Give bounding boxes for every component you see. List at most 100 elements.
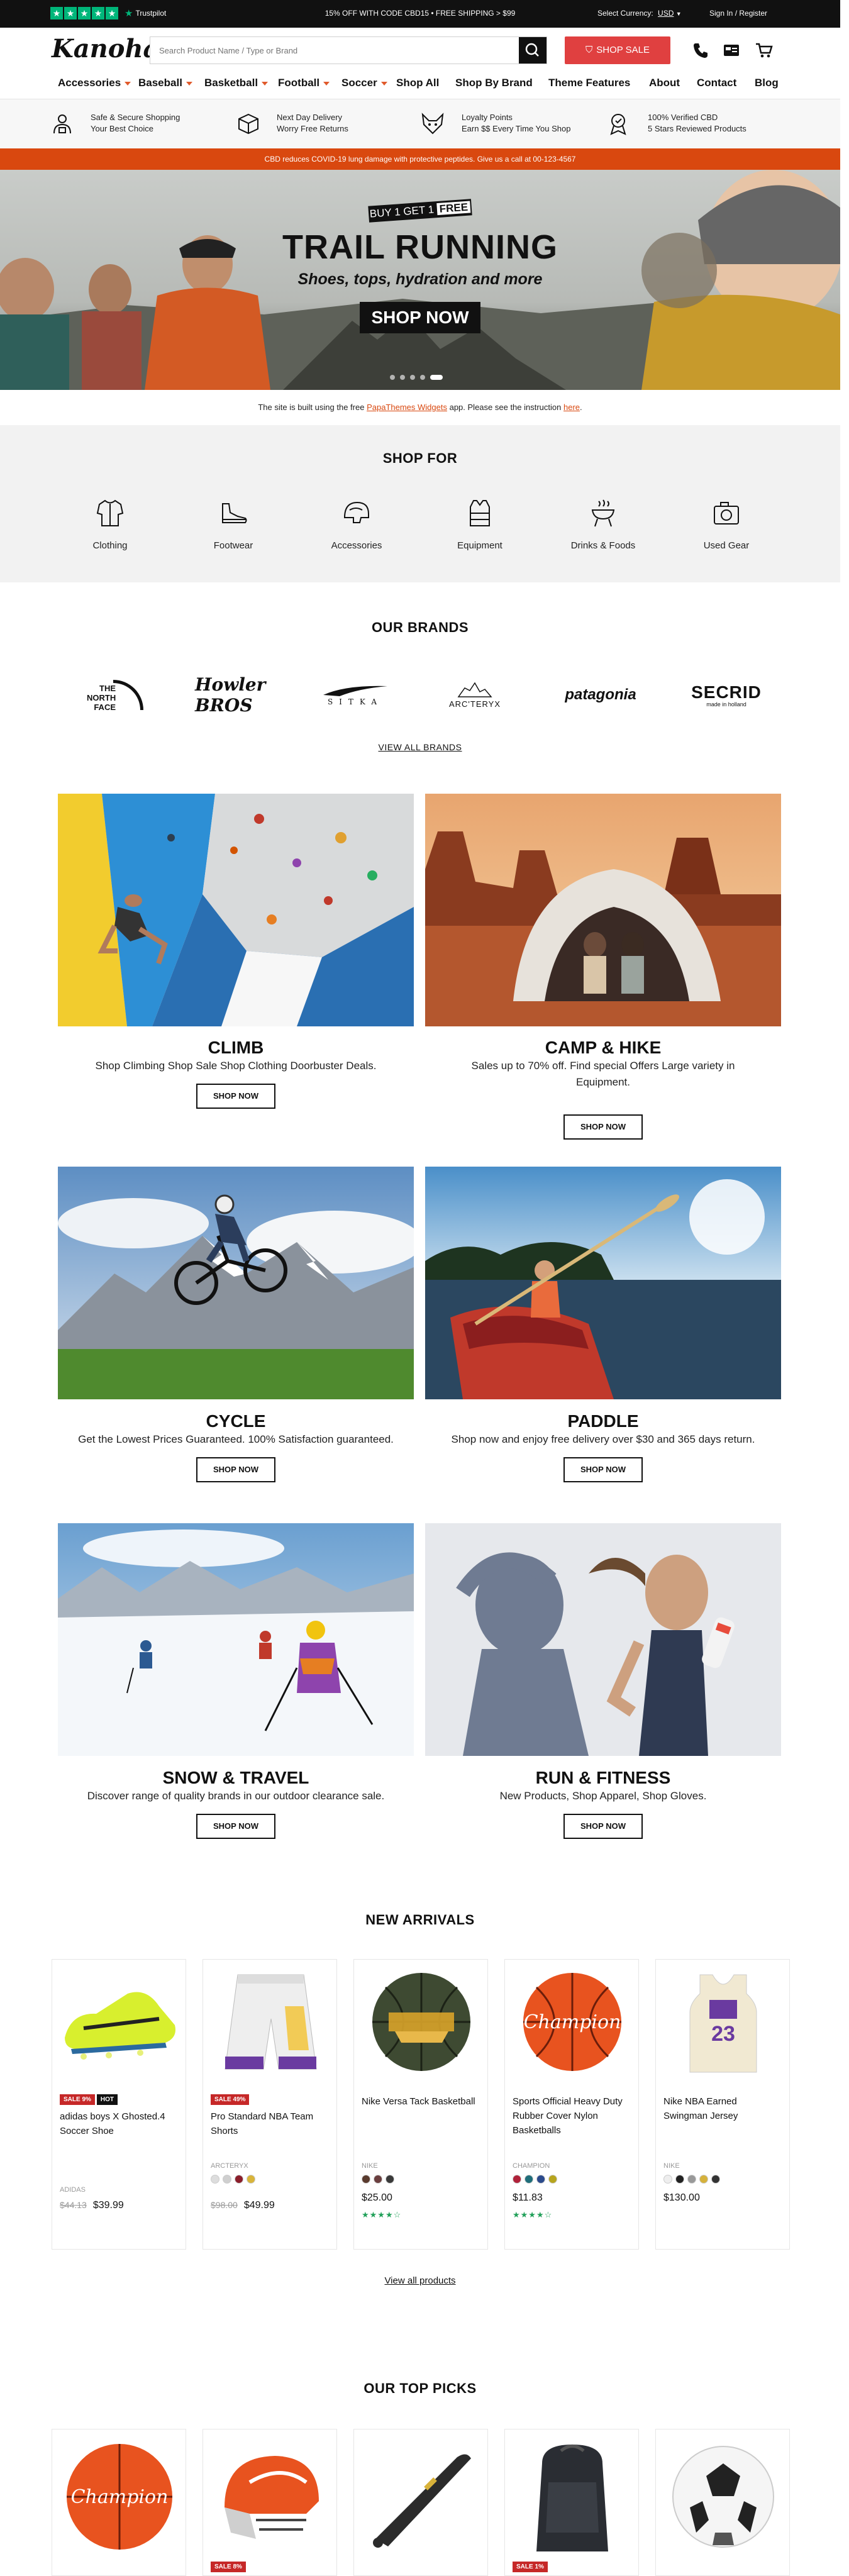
color-swatch[interactable] xyxy=(524,2175,533,2184)
top-pick-card[interactable] xyxy=(353,2429,488,2576)
shop-for-drinks-foods[interactable]: Drinks & Foods xyxy=(565,497,641,551)
brand-howler-bros[interactable]: Howler BROS xyxy=(195,674,277,716)
top-pick-card[interactable] xyxy=(655,2429,790,2576)
feature-line: Safe & Secure Shopping xyxy=(91,113,180,122)
view-all-brands-link: VIEW ALL BRANDS xyxy=(0,742,840,752)
nav-accessories[interactable]: Accessories xyxy=(58,77,131,89)
hero-banner[interactable]: BUY 1 GET 1 FREE TRAIL RUNNING Shoes, to… xyxy=(0,170,840,390)
view-all-products-link[interactable]: View all products xyxy=(384,2275,455,2286)
run-fitness-image[interactable] xyxy=(425,1523,781,1756)
nav-baseball[interactable]: Baseball xyxy=(138,77,192,89)
color-swatch[interactable] xyxy=(663,2175,672,2184)
nav-blog[interactable]: Blog xyxy=(755,77,779,89)
nav-shop-all[interactable]: Shop All xyxy=(396,77,439,89)
brand-secrid[interactable]: SECRID made in holland xyxy=(679,676,774,714)
top-pick-card[interactable]: Champion xyxy=(52,2429,186,2576)
svg-text:23: 23 xyxy=(711,2022,735,2046)
color-swatch[interactable] xyxy=(536,2175,545,2184)
color-swatch[interactable] xyxy=(386,2175,394,2184)
slide-dot[interactable] xyxy=(410,375,415,380)
color-swatch[interactable] xyxy=(247,2175,255,2184)
shop-for-footwear[interactable]: Footwear xyxy=(196,497,271,551)
phone-icon[interactable] xyxy=(692,42,709,59)
product-name[interactable]: Nike NBA Earned Swingman Jersey xyxy=(663,2094,783,2123)
current-price: $11.83 xyxy=(513,2192,543,2203)
shop-for-clothing[interactable]: Clothing xyxy=(72,497,148,551)
color-swatch[interactable] xyxy=(374,2175,382,2184)
account-card-icon[interactable] xyxy=(722,42,741,59)
product-card[interactable]: Nike Versa Tack Basketball NIKE $25.00 ★… xyxy=(353,1959,488,2250)
nav-contact[interactable]: Contact xyxy=(697,77,736,89)
feature-line: Worry Free Returns xyxy=(277,124,348,133)
color-swatch[interactable] xyxy=(223,2175,231,2184)
brand-tagline: made in holland xyxy=(706,701,746,708)
product-brand: CHAMPION xyxy=(513,2162,550,2170)
cart-icon[interactable] xyxy=(755,42,774,59)
slide-dot[interactable] xyxy=(420,375,425,380)
shop-for-used-gear[interactable]: Used Gear xyxy=(689,497,764,551)
slide-dot[interactable] xyxy=(400,375,405,380)
color-swatch[interactable] xyxy=(711,2175,720,2184)
instruction-link[interactable]: here xyxy=(563,402,580,412)
snow-travel-image[interactable] xyxy=(58,1523,414,1756)
brand-the-north-face[interactable]: THE NORTH FACE xyxy=(74,676,150,714)
product-card[interactable]: Champion Sports Official Heavy Duty Rubb… xyxy=(504,1959,639,2250)
product-brand: ARCTERYX xyxy=(211,2162,248,2170)
brand-sitka[interactable]: SITKA xyxy=(314,676,396,714)
currency-value[interactable]: USD xyxy=(658,9,674,18)
search-input[interactable] xyxy=(150,37,518,64)
run-fitness-shop-now-button[interactable]: SHOP NOW xyxy=(563,1814,643,1839)
top-bar: ★ ★ ★ ★ ★ ★ Trustpilot 15% OFF WITH CODE… xyxy=(0,0,840,28)
search-button[interactable] xyxy=(519,37,547,64)
shoe-icon xyxy=(222,503,247,523)
papathemes-link[interactable]: PapaThemes Widgets xyxy=(367,402,447,412)
paddle-image[interactable] xyxy=(425,1167,781,1399)
product-card[interactable]: SALE 9% HOT adidas boys X Ghosted.4 Socce… xyxy=(52,1959,186,2250)
feature-secure: Safe & Secure Shopping Your Best Choice xyxy=(91,112,180,135)
color-swatch[interactable] xyxy=(513,2175,521,2184)
product-name[interactable]: adidas boys X Ghosted.4 Soccer Shoe xyxy=(60,2109,179,2138)
shop-for-accessories[interactable]: Accessories xyxy=(319,497,394,551)
shop-for-equipment[interactable]: Equipment xyxy=(442,497,518,551)
view-all-brands-label[interactable]: VIEW ALL BRANDS xyxy=(378,742,462,752)
color-swatch[interactable] xyxy=(675,2175,684,2184)
brand-arcteryx[interactable]: ARC'TERYX xyxy=(434,676,516,714)
nav-football[interactable]: Football xyxy=(278,77,330,89)
nav-shop-by-brand[interactable]: Shop By Brand xyxy=(455,77,533,89)
nav-theme-features[interactable]: Theme Features xyxy=(548,77,630,89)
climb-image[interactable] xyxy=(58,794,414,1026)
product-card[interactable]: 23 Nike NBA Earned Swingman Jersey NIKE … xyxy=(655,1959,790,2250)
color-swatch[interactable] xyxy=(687,2175,696,2184)
color-swatch[interactable] xyxy=(699,2175,708,2184)
shop-sale-button[interactable]: ⛉ SHOP SALE xyxy=(565,36,670,64)
color-swatch[interactable] xyxy=(211,2175,219,2184)
color-swatch[interactable] xyxy=(362,2175,370,2184)
product-name[interactable]: Pro Standard NBA Team Shorts xyxy=(211,2109,330,2138)
slide-dot-active[interactable] xyxy=(430,375,443,380)
top-pick-card[interactable]: SALE 8% xyxy=(203,2429,337,2576)
paddle-shop-now-button[interactable]: SHOP NOW xyxy=(563,1457,643,1482)
nav-about[interactable]: About xyxy=(649,77,680,89)
product-name[interactable]: Nike Versa Tack Basketball xyxy=(362,2094,481,2109)
slide-dot[interactable] xyxy=(390,375,395,380)
cycle-image[interactable] xyxy=(58,1167,414,1399)
hero-shop-now-button[interactable]: SHOP NOW xyxy=(360,302,480,333)
brand-patagonia[interactable]: patagonia xyxy=(553,676,648,714)
color-swatch[interactable] xyxy=(235,2175,243,2184)
product-card[interactable]: SALE 49% Pro Standard NBA Team Shorts AR… xyxy=(203,1959,337,2250)
camp-hike-image[interactable] xyxy=(425,794,781,1026)
currency-selector[interactable]: Select Currency: USD ▼ xyxy=(597,9,682,18)
nav-basketball[interactable]: Basketball xyxy=(204,77,269,89)
top-pick-card[interactable]: SALE 1% xyxy=(504,2429,639,2576)
climb-shop-now-button[interactable]: SHOP NOW xyxy=(196,1084,275,1109)
nav-soccer[interactable]: Soccer xyxy=(341,77,387,89)
site-logo[interactable]: Kanoha xyxy=(52,34,159,64)
camp-hike-desc: Sales up to 70% off. Find special Offers… xyxy=(471,1060,735,1088)
promo-bar[interactable]: CBD reduces COVID-19 lung damage with pr… xyxy=(0,148,840,170)
product-name[interactable]: Sports Official Heavy Duty Rubber Cover … xyxy=(513,2094,632,2138)
camp-hike-shop-now-button[interactable]: SHOP NOW xyxy=(563,1114,643,1140)
sign-in-link[interactable]: Sign In / Register xyxy=(709,9,767,18)
cycle-shop-now-button[interactable]: SHOP NOW xyxy=(196,1457,275,1482)
color-swatch[interactable] xyxy=(548,2175,557,2184)
snow-travel-shop-now-button[interactable]: SHOP NOW xyxy=(196,1814,275,1839)
